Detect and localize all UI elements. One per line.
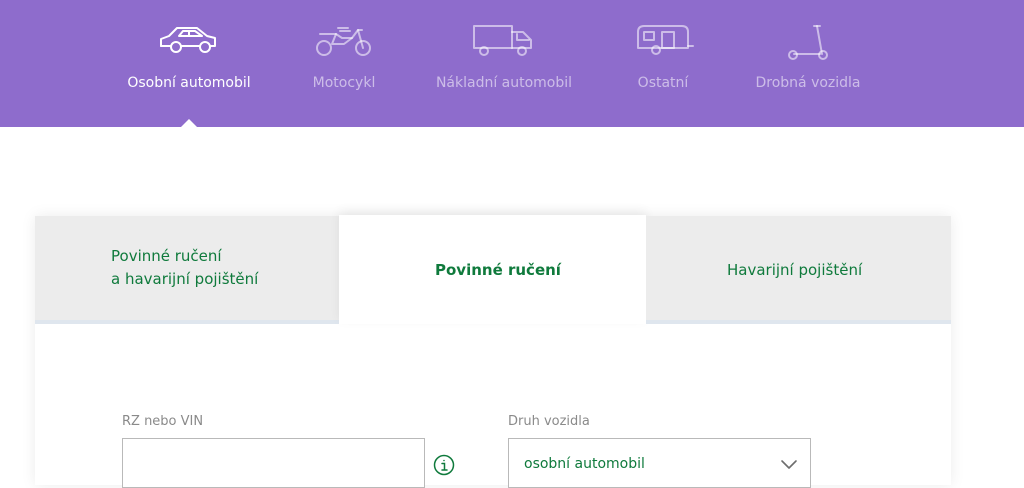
- chevron-down-icon: [780, 455, 798, 474]
- tab-mtpl-and-casco[interactable]: Povinné ručení a havarijní pojištění: [35, 216, 339, 324]
- tab-label-line2: a havarijní pojištění: [111, 270, 259, 288]
- car-icon: [157, 22, 221, 62]
- tab-mtpl[interactable]: Povinné ručení: [339, 215, 646, 324]
- tab-label: Povinné ručení: [435, 261, 561, 279]
- tab-label: Havarijní pojištění: [727, 261, 863, 279]
- vehicle-tab-label: Osobní automobil: [127, 75, 251, 91]
- caravan-icon: [632, 22, 694, 62]
- vehicle-tab-motorcycle[interactable]: Motocykl: [300, 0, 388, 127]
- active-tab-caret: [181, 119, 197, 127]
- rz-vin-label: RZ nebo VIN: [122, 414, 204, 429]
- vehicle-tab-other[interactable]: Ostatní: [620, 0, 706, 127]
- vehicle-type-navbar: Osobní automobil Motocykl Nákladní autom…: [0, 0, 1024, 127]
- rz-vin-input[interactable]: [122, 438, 425, 488]
- truck-icon: [471, 22, 537, 62]
- vehicle-tab-truck[interactable]: Nákladní automobil: [432, 0, 576, 127]
- tab-casco[interactable]: Havarijní pojištění: [646, 216, 951, 324]
- vehicle-tab-label: Drobná vozidla: [755, 75, 861, 91]
- vehicle-tab-label: Motocykl: [312, 75, 376, 91]
- insurance-form-panel: Povinné ručení a havarijní pojištění Pov…: [35, 215, 951, 488]
- vehicle-tab-label: Nákladní automobil: [435, 75, 573, 91]
- vehicle-type-selected-value: osobní automobil: [524, 456, 645, 472]
- vehicle-tab-label: Ostatní: [637, 75, 689, 91]
- motorcycle-icon: [314, 22, 374, 62]
- info-icon[interactable]: [433, 454, 455, 480]
- scooter-icon: [786, 22, 830, 66]
- tab-label-line1: Povinné ručení: [111, 247, 222, 265]
- vehicle-type-label: Druh vozidla: [508, 414, 590, 429]
- vehicle-tab-small[interactable]: Drobná vozidla: [750, 0, 866, 127]
- vehicle-type-select[interactable]: osobní automobil: [508, 438, 811, 488]
- vehicle-tab-car[interactable]: Osobní automobil: [120, 0, 258, 127]
